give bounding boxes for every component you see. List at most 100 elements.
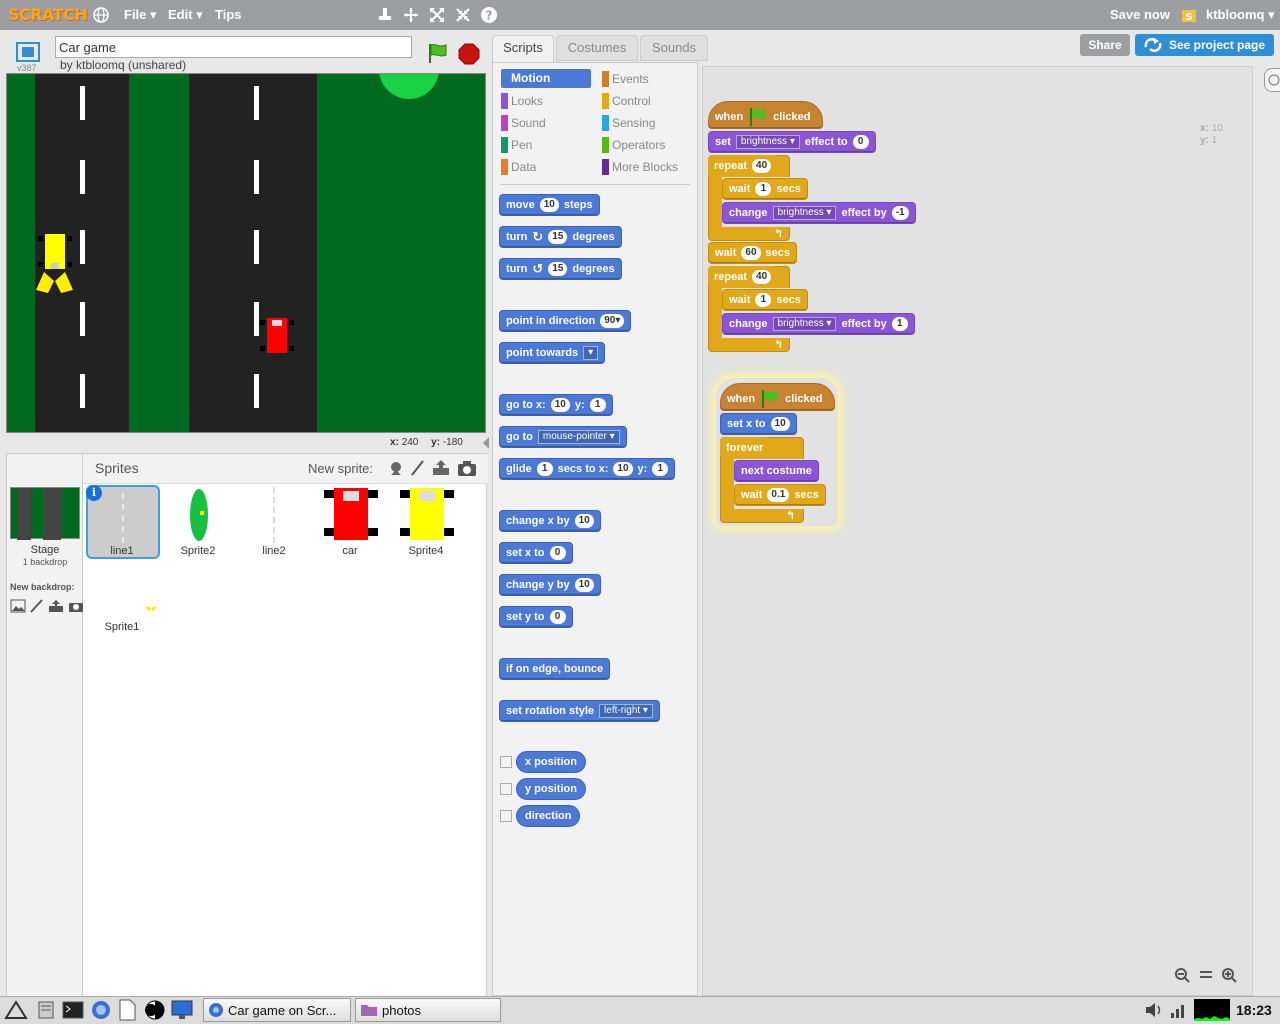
wait-block[interactable]: wait 1 secs	[722, 178, 808, 200]
block-number[interactable]: 1	[652, 462, 669, 476]
sprite-thumb-sprite4[interactable]	[400, 488, 454, 540]
category-pen[interactable]: Pen	[501, 136, 532, 154]
terminal-icon[interactable]	[62, 1000, 84, 1020]
info-icon[interactable]: i	[86, 485, 102, 501]
effect-dropdown[interactable]: brightness ▾	[772, 317, 837, 331]
when-flag-clicked-hat[interactable]: when clicked	[720, 383, 835, 411]
help-tab[interactable]	[1264, 68, 1280, 92]
cut-icon[interactable]	[402, 6, 420, 24]
block-number[interactable]: 10	[550, 398, 570, 412]
block-number[interactable]: 1	[589, 398, 606, 412]
change-effect-block[interactable]: change brightness ▾ effect by 1	[722, 313, 915, 335]
y-position-checkbox[interactable]	[500, 783, 512, 795]
category-looks[interactable]: Looks	[501, 92, 543, 110]
wait-block[interactable]: wait 60 secs	[708, 242, 798, 264]
paint-backdrop-icon[interactable]	[30, 599, 44, 613]
camera-backdrop-icon[interactable]	[68, 599, 84, 613]
monitor-icon[interactable]	[170, 999, 194, 1021]
tab-scripts[interactable]: Scripts	[492, 35, 554, 63]
backdrop-library-icon[interactable]	[10, 599, 26, 613]
wait-block[interactable]: wait 0.1 secs	[734, 484, 826, 506]
block-number[interactable]: 40	[752, 159, 772, 173]
turn-right-block[interactable]: turn ↻ 15 degrees	[499, 226, 622, 248]
duplicate-stamp-icon[interactable]	[376, 6, 394, 24]
block-number[interactable]: 1	[755, 182, 772, 196]
block-number[interactable]: 0.1	[767, 488, 790, 502]
x-position-checkbox[interactable]	[500, 756, 512, 768]
turn-left-block[interactable]: turn ↺ 15 degrees	[499, 258, 622, 280]
next-costume-block[interactable]: next costume	[734, 460, 819, 482]
file-menu[interactable]: File ▾	[124, 7, 157, 23]
point-in-direction-block[interactable]: point in direction 90▾	[499, 310, 632, 332]
block-dropdown[interactable]: 90▾	[600, 314, 625, 328]
effect-dropdown[interactable]: brightness ▾	[735, 135, 800, 149]
stage-thumbnail[interactable]	[10, 487, 80, 540]
edit-menu[interactable]: Edit ▾	[168, 7, 203, 23]
sprite-thumb-sprite2[interactable]	[185, 487, 213, 543]
sprite-thumb-sprite1[interactable]	[143, 604, 159, 614]
fullscreen-icon[interactable]	[16, 42, 40, 62]
shrink-icon[interactable]	[454, 6, 472, 24]
set-y-block[interactable]: set y to 0	[499, 606, 573, 628]
upload-backdrop-icon[interactable]	[48, 599, 64, 613]
block-number[interactable]: 0	[549, 546, 566, 560]
file-manager-icon[interactable]	[36, 1000, 56, 1020]
save-now-button[interactable]: Save now	[1110, 7, 1170, 22]
bounce-block[interactable]: if on edge, bounce	[499, 658, 611, 680]
taskbar-window-photos[interactable]: photos	[355, 998, 501, 1022]
choose-sprite-from-library-icon[interactable]	[387, 459, 405, 477]
block-number[interactable]: 15	[548, 230, 568, 244]
green-flag-icon[interactable]	[426, 42, 448, 64]
collapse-arrow-icon[interactable]	[481, 436, 491, 450]
direction-reporter[interactable]: direction	[516, 805, 581, 827]
point-towards-block[interactable]: point towards ▾	[499, 342, 606, 364]
zoom-in-icon[interactable]	[1221, 967, 1237, 983]
globe-icon[interactable]	[92, 6, 110, 24]
tab-sounds[interactable]: Sounds	[640, 35, 708, 61]
stop-icon[interactable]	[458, 43, 480, 65]
category-operators[interactable]: Operators	[602, 136, 665, 154]
block-number[interactable]: 0	[549, 610, 566, 624]
when-flag-clicked-hat[interactable]: when clicked	[708, 101, 823, 129]
effect-dropdown[interactable]: brightness ▾	[772, 206, 837, 220]
start-menu-icon[interactable]	[4, 1000, 28, 1020]
move-steps-block[interactable]: move 10 steps	[499, 194, 600, 216]
block-number[interactable]: 10	[539, 198, 559, 212]
category-events[interactable]: Events	[602, 70, 649, 88]
block-number[interactable]: 0	[852, 135, 869, 149]
wait-block[interactable]: wait 1 secs	[722, 289, 808, 311]
direction-checkbox[interactable]	[500, 810, 512, 822]
camera-icon[interactable]	[457, 459, 477, 477]
taskbar-window-browser[interactable]: Car game on Scr...	[203, 998, 351, 1022]
category-data[interactable]: Data	[501, 158, 536, 176]
block-number[interactable]: 1	[536, 462, 553, 476]
stage-canvas[interactable]	[6, 73, 486, 433]
see-project-page-button[interactable]: See project page	[1135, 34, 1274, 56]
x-position-reporter[interactable]: x position	[516, 751, 586, 773]
browser-icon[interactable]	[90, 999, 112, 1021]
grow-icon[interactable]	[428, 6, 446, 24]
block-number[interactable]: 1	[891, 317, 908, 331]
category-more-blocks[interactable]: More Blocks	[602, 158, 678, 176]
zoom-reset-icon[interactable]	[1198, 967, 1214, 983]
project-title-input[interactable]	[55, 36, 412, 58]
sprite-thumb-line2[interactable]	[273, 487, 275, 543]
share-button[interactable]: Share	[1080, 34, 1130, 56]
y-position-reporter[interactable]: y position	[516, 778, 586, 800]
set-x-block[interactable]: set x to 0	[499, 542, 573, 564]
go-to-xy-block[interactable]: go to x: 10 y: 1	[499, 394, 613, 416]
network-signal-icon[interactable]	[1170, 1001, 1188, 1019]
block-dropdown[interactable]: left-right ▾	[599, 704, 653, 718]
sprite-thumb-car[interactable]	[324, 488, 378, 540]
change-x-block[interactable]: change x by 10	[499, 510, 601, 532]
block-number[interactable]: 10	[770, 417, 790, 431]
category-control[interactable]: Control	[602, 92, 651, 110]
glide-block[interactable]: glide 1 secs to x: 10 y: 1	[499, 458, 676, 480]
user-menu[interactable]: ktbloomq ▾	[1206, 7, 1275, 23]
block-number[interactable]: 10	[613, 462, 633, 476]
paint-new-sprite-icon[interactable]	[409, 459, 427, 477]
help-icon[interactable]: ?	[480, 6, 498, 24]
my-stuff-icon[interactable]: S	[1180, 6, 1198, 24]
chevron-down-icon[interactable]: ▾	[583, 346, 599, 360]
scratch-logo[interactable]: SCRATCH	[8, 5, 88, 24]
